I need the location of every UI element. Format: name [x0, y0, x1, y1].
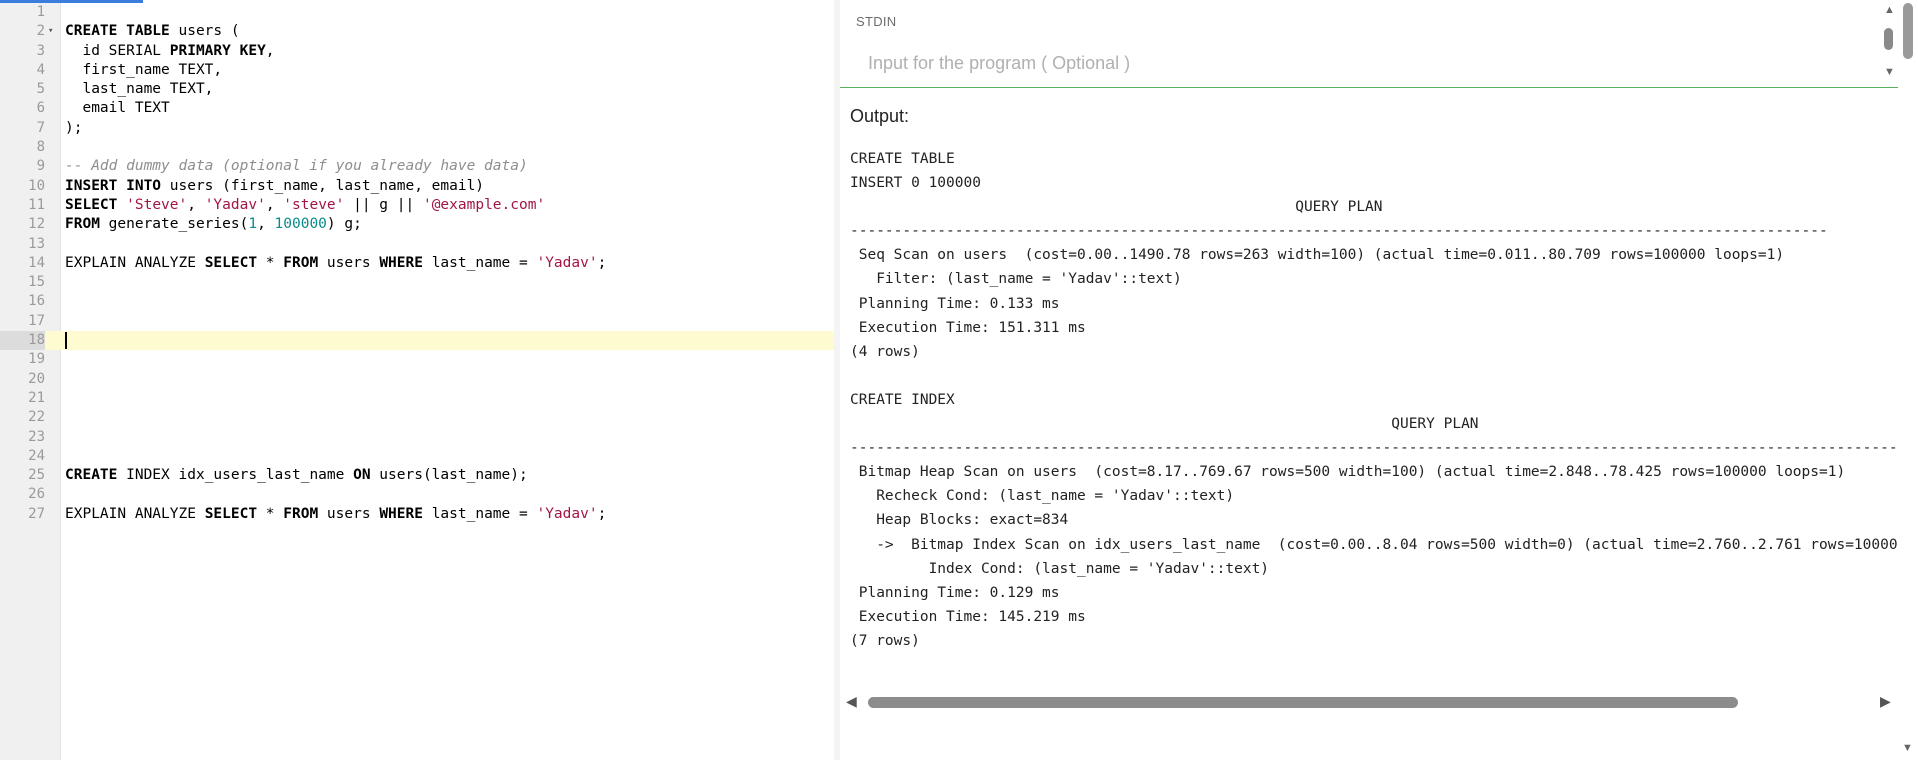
line-number: 6	[36, 100, 45, 117]
line-number: 5	[36, 81, 45, 98]
scroll-right-icon[interactable]: ▶	[1880, 693, 1891, 710]
stdin-input[interactable]	[866, 52, 1850, 75]
code-line[interactable]: 27 EXPLAIN ANALYZE SELECT * FROM users WH…	[0, 505, 834, 524]
line-number: 8	[36, 139, 45, 156]
code-text: FROM generate_series(1, 100000) g;	[65, 216, 362, 233]
output-area: CREATE TABLE INSERT 0 100000 QUERY PLAN …	[850, 147, 1898, 677]
code-line[interactable]: 4 first_name TEXT,	[0, 61, 834, 80]
code-line[interactable]: 19	[0, 350, 834, 369]
line-number: 14	[28, 254, 45, 271]
code-line[interactable]: 9 -- Add dummy data (optional if you alre…	[0, 157, 834, 176]
code-line[interactable]: 13	[0, 235, 834, 254]
code-text: );	[65, 119, 83, 136]
line-number: 18	[0, 331, 45, 351]
scroll-left-icon[interactable]: ◀	[846, 693, 857, 710]
line-number: 12	[28, 216, 45, 233]
code-line[interactable]: 12 FROM generate_series(1, 100000) g;	[0, 215, 834, 234]
line-number: 1	[36, 4, 45, 20]
line-number: 2	[36, 23, 45, 40]
code-text: EXPLAIN ANALYZE SELECT * FROM users WHER…	[65, 505, 607, 522]
code-line[interactable]: 24	[0, 447, 834, 466]
code-text: -- Add dummy data (optional if you alrea…	[65, 158, 528, 175]
scroll-thumb[interactable]	[1884, 28, 1893, 50]
code-line[interactable]: 22	[0, 408, 834, 427]
output-text: CREATE TABLE INSERT 0 100000 QUERY PLAN …	[850, 151, 1898, 649]
line-number: 7	[36, 119, 45, 136]
code-line[interactable]: 5 last_name TEXT,	[0, 80, 834, 99]
code-text: CREATE TABLE users (	[65, 23, 240, 40]
code-text: id SERIAL PRIMARY KEY,	[65, 42, 275, 59]
line-number: 15	[28, 274, 45, 291]
line-number: 26	[28, 486, 45, 503]
code-line[interactable]: 16	[0, 292, 834, 311]
line-number: 17	[28, 312, 45, 329]
code-area[interactable]: 1 2 ▾ CREATE TABLE users (3 id SERIAL PRIMA…	[0, 3, 834, 524]
scroll-down-icon[interactable]: ▼	[1884, 66, 1895, 78]
line-number: 22	[28, 409, 45, 426]
code-line[interactable]: 23	[0, 428, 834, 447]
line-number: 24	[28, 447, 45, 464]
code-line[interactable]: 25 CREATE INDEX idx_users_last_name ON us…	[0, 466, 834, 485]
code-line[interactable]: 21	[0, 389, 834, 408]
output-horizontal-scrollbar[interactable]: ◀ ▶	[840, 693, 1898, 713]
stdin-label: STDIN	[856, 14, 897, 29]
code-text: email TEXT	[65, 100, 170, 117]
line-number: 11	[28, 196, 45, 213]
page-scroll-down-icon[interactable]: ▼	[1902, 742, 1913, 754]
code-text: INSERT INTO users (first_name, last_name…	[65, 177, 485, 194]
page-vertical-scrollbar[interactable]: ▼	[1898, 0, 1918, 760]
line-number: 4	[36, 61, 45, 78]
scroll-up-icon[interactable]: ▲	[1884, 4, 1895, 16]
code-text	[65, 331, 67, 350]
horizontal-scroll-thumb[interactable]	[868, 697, 1738, 708]
line-number: 23	[28, 428, 45, 445]
line-number: 21	[28, 389, 45, 406]
code-line[interactable]: 6 email TEXT	[0, 99, 834, 118]
code-editor[interactable]: 1 2 ▾ CREATE TABLE users (3 id SERIAL PRIMA…	[0, 0, 835, 760]
stdin-scrollbar[interactable]: ▲ ▼	[1880, 4, 1898, 82]
stdin-box: STDIN ▲ ▼	[840, 0, 1898, 88]
code-text: first_name TEXT,	[65, 61, 223, 78]
code-line[interactable]: 2 ▾ CREATE TABLE users (	[0, 22, 834, 41]
code-line[interactable]: 10 INSERT INTO users (first_name, last_na…	[0, 177, 834, 196]
code-line[interactable]: 18	[0, 331, 834, 351]
code-text: CREATE INDEX idx_users_last_name ON user…	[65, 467, 528, 484]
line-number: 9	[36, 158, 45, 175]
line-number: 10	[28, 177, 45, 194]
fold-arrow-icon[interactable]: ▾	[48, 22, 53, 41]
code-line[interactable]: 3 id SERIAL PRIMARY KEY,	[0, 42, 834, 61]
code-line[interactable]: 14 EXPLAIN ANALYZE SELECT * FROM users WH…	[0, 254, 834, 273]
code-line[interactable]: 20	[0, 370, 834, 389]
line-number: 25	[28, 467, 45, 484]
code-line[interactable]: 17	[0, 312, 834, 331]
output-label: Output:	[850, 106, 910, 126]
code-line[interactable]: 8	[0, 138, 834, 157]
line-number: 20	[28, 370, 45, 387]
page-scroll-thumb[interactable]	[1903, 3, 1913, 59]
line-number: 16	[28, 293, 45, 310]
line-number: 27	[28, 505, 45, 522]
code-text: SELECT 'Steve', 'Yadav', 'steve' || g ||…	[65, 196, 546, 213]
line-number: 13	[28, 235, 45, 252]
code-line[interactable]: 1	[0, 3, 834, 22]
line-number: 3	[36, 42, 45, 59]
line-number: 19	[28, 351, 45, 368]
code-line[interactable]: 26	[0, 485, 834, 504]
code-text: EXPLAIN ANALYZE SELECT * FROM users WHER…	[65, 254, 607, 271]
code-line[interactable]: 7);	[0, 119, 834, 138]
code-line[interactable]: 11 SELECT 'Steve', 'Yadav', 'steve' || g …	[0, 196, 834, 215]
code-line[interactable]: 15	[0, 273, 834, 292]
io-panel: STDIN ▲ ▼ Output: CREATE TABLE INSERT 0 …	[840, 0, 1918, 760]
code-text: last_name TEXT,	[65, 81, 214, 98]
